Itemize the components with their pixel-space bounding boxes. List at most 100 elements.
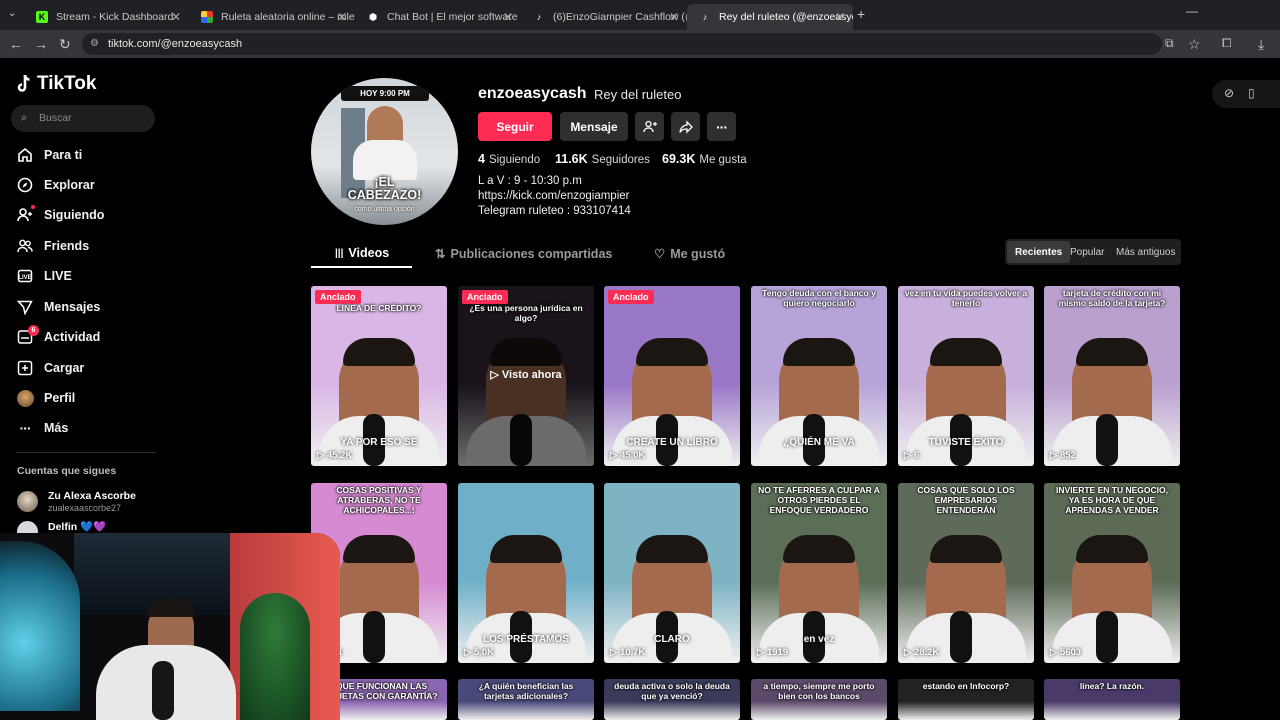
stat-followers[interactable]: 11.6K Seguidores: [555, 150, 650, 168]
thumbnail-hair: [343, 338, 415, 366]
sidebar-item-explorar[interactable]: Explorar: [16, 173, 95, 197]
browser-tab[interactable]: Ruleta aleatoria online – ruleta ✕: [189, 4, 355, 30]
browser-tab-active[interactable]: ♪ Rey del ruleteo (@enzoeasyca ✕: [687, 4, 853, 30]
share-arrow-icon: [678, 119, 693, 134]
search-icon: ⌕: [21, 112, 28, 124]
browser-tab[interactable]: K Stream - Kick Dashboard ✕: [24, 4, 189, 30]
sidebar-item-label: Friends: [44, 239, 90, 253]
send-icon: [16, 298, 34, 316]
video-card[interactable]: INVIERTE EN TU NEGOCIO, YA ES HORA DE QU…: [1044, 483, 1180, 663]
close-tab-icon[interactable]: ✕: [503, 10, 513, 24]
thumbnail-hair: [783, 338, 855, 366]
back-arrow-icon[interactable]: ←: [9, 36, 23, 52]
sort-popular[interactable]: Popular: [1062, 241, 1112, 263]
sidebar-item-para-ti[interactable]: Para ti: [16, 143, 82, 167]
bookmark-star-icon[interactable]: ☆: [1188, 36, 1201, 53]
url-field[interactable]: ⚙ tiktok.com/@enzoeasycash: [82, 33, 1162, 55]
compass-icon[interactable]: ⊘: [1224, 86, 1234, 100]
sort-recent[interactable]: Recientes: [1007, 241, 1071, 263]
sort-label: Popular: [1070, 246, 1105, 258]
video-card[interactable]: ¿A quién benefician las tarjetas adicion…: [458, 679, 594, 720]
site-info-icon[interactable]: ⚙: [90, 33, 99, 55]
sidebar-item-perfil[interactable]: Perfil: [16, 386, 75, 410]
video-card[interactable]: COSAS QUE SOLO LOS EMPRESARIOS ENTENDERÁ…: [898, 483, 1034, 663]
forward-arrow-icon[interactable]: →: [34, 36, 48, 52]
browser-tab[interactable]: ♪ (6)EnzoGiampier Cashflow (@e ✕: [521, 4, 687, 30]
grid-icon: |||: [335, 247, 344, 259]
message-button[interactable]: Mensaje: [560, 112, 628, 141]
close-tab-icon[interactable]: ✕: [337, 10, 347, 24]
video-caption: estando en Infocorp?: [922, 681, 1010, 691]
sidebar-item-friends[interactable]: Friends: [16, 234, 89, 258]
url-text: tiktok.com/@enzoeasycash: [108, 38, 243, 50]
video-card[interactable]: tarjeta de crédito con mi mismo saldo de…: [1044, 286, 1180, 466]
webcam-mic: [152, 661, 174, 720]
extensions-icon[interactable]: ⧠: [1222, 36, 1232, 51]
sidebar-item-label: Cargar: [44, 361, 85, 375]
video-card[interactable]: deuda activa o solo la deuda que ya venc…: [604, 679, 740, 720]
reload-icon[interactable]: ↻: [59, 36, 71, 53]
new-tab-plus-icon[interactable]: +: [857, 6, 865, 22]
avatar-headline: ¡EL CABEZAZO!: [347, 175, 422, 202]
more-icon: ···: [19, 420, 32, 436]
video-card[interactable]: LOS PRÉSTAMOS ▷ 5.0K: [458, 483, 594, 663]
follow-button[interactable]: Seguir: [478, 112, 552, 141]
download-icon[interactable]: ⤓: [1258, 36, 1264, 53]
sidebar-item-label: LIVE: [44, 269, 72, 283]
tiktok-logo[interactable]: TikTok: [16, 73, 96, 95]
sidebar-item-cargar[interactable]: Cargar: [16, 356, 84, 380]
sidebar-item-label: Explorar: [44, 178, 95, 192]
tiktok-note-icon: [17, 74, 30, 92]
add-friend-button[interactable]: [635, 112, 664, 141]
tab-liked[interactable]: ♡ Me gustó: [654, 246, 725, 262]
close-tab-icon[interactable]: ✕: [835, 10, 845, 24]
minimize-icon[interactable]: —: [1186, 4, 1198, 18]
video-card[interactable]: NO TE AFERRES A CULPAR A OTROS PIERDES E…: [751, 483, 887, 663]
sort-oldest[interactable]: Más antiguos: [1108, 241, 1183, 263]
video-card[interactable]: vez en tu vida puedes volver a tenerlo TU…: [898, 286, 1034, 466]
notification-dot: [31, 205, 35, 209]
follow-label: Seguir: [496, 119, 534, 134]
bio-line: Telegram ruleteo : 933107414: [478, 205, 631, 217]
video-card[interactable]: Tengo deuda con el banco y quiero negoci…: [751, 286, 887, 466]
bio-link[interactable]: https://kick.com/enzogiampier: [478, 189, 631, 204]
video-card[interactable]: ▷ Visto ahora ¿Es una persona jurídica en…: [458, 286, 594, 466]
add-user-icon: [642, 120, 657, 132]
following-account[interactable]: Zu Alexa Ascorbe zualexaascorbe27: [17, 489, 167, 515]
notification-badge: 6: [28, 325, 39, 336]
stat-following[interactable]: 4 Siguiendo: [478, 150, 540, 168]
share-button[interactable]: [671, 112, 700, 141]
video-card[interactable]: LÍNEA DE CRÉDITO? Anclado YA POR ESO SE ▷ 4…: [311, 286, 447, 466]
video-card[interactable]: estando en Infocorp?: [898, 679, 1034, 720]
tab-list-chevron-icon[interactable]: ⌄: [8, 8, 16, 19]
browser-tab-bar: ⌄ K Stream - Kick Dashboard ✕ Ruleta ale…: [0, 0, 1280, 30]
stat-value: 11.6K: [555, 152, 588, 166]
close-tab-icon[interactable]: ✕: [669, 10, 679, 24]
avatar: [17, 491, 38, 512]
tab-videos[interactable]: ||| Videos: [335, 246, 389, 260]
sidebar-item-label: Actividad: [44, 330, 101, 344]
search-input[interactable]: ⌕ Buscar: [11, 105, 155, 132]
avatar-main-text: ¡EL CABEZAZO!: [311, 176, 458, 202]
video-card[interactable]: a tiempo, siempre me porto bien con los …: [751, 679, 887, 720]
close-tab-icon[interactable]: ✕: [171, 10, 181, 24]
tab-reposts[interactable]: ⇅ Publicaciones compartidas: [435, 246, 612, 262]
view-count: ▷ 5603: [1050, 647, 1082, 658]
thumbnail-mic: [1096, 611, 1118, 663]
profile-avatar[interactable]: HOY 9:00 PM ¡EL CABEZAZO! como última op…: [311, 78, 458, 225]
phone-icon[interactable]: ▯: [1248, 86, 1255, 100]
avatar-icon: [16, 389, 34, 407]
sidebar-item-siguiendo[interactable]: Siguiendo: [16, 203, 104, 227]
sidebar-item-live[interactable]: LIVE LIVE: [16, 264, 72, 288]
more-options-button[interactable]: ···: [707, 112, 736, 141]
sidebar-item-mas[interactable]: ··· Más: [16, 416, 69, 440]
badge-count: 6: [31, 327, 36, 334]
sidebar-item-mensajes[interactable]: Mensajes: [16, 295, 100, 319]
video-card[interactable]: línea? La razón.: [1044, 679, 1180, 720]
install-app-icon[interactable]: ⧉: [1165, 36, 1174, 51]
video-card[interactable]: Anclado CREATE UN LIBRO ▷ 45.0K: [604, 286, 740, 466]
heart-lock-icon: ♡: [654, 247, 666, 261]
browser-tab[interactable]: ⬢ Chat Bot | El mejor software pa ✕: [355, 4, 521, 30]
video-card[interactable]: CLARO ▷ 10.7K: [604, 483, 740, 663]
thumbnail-hair: [930, 535, 1002, 563]
